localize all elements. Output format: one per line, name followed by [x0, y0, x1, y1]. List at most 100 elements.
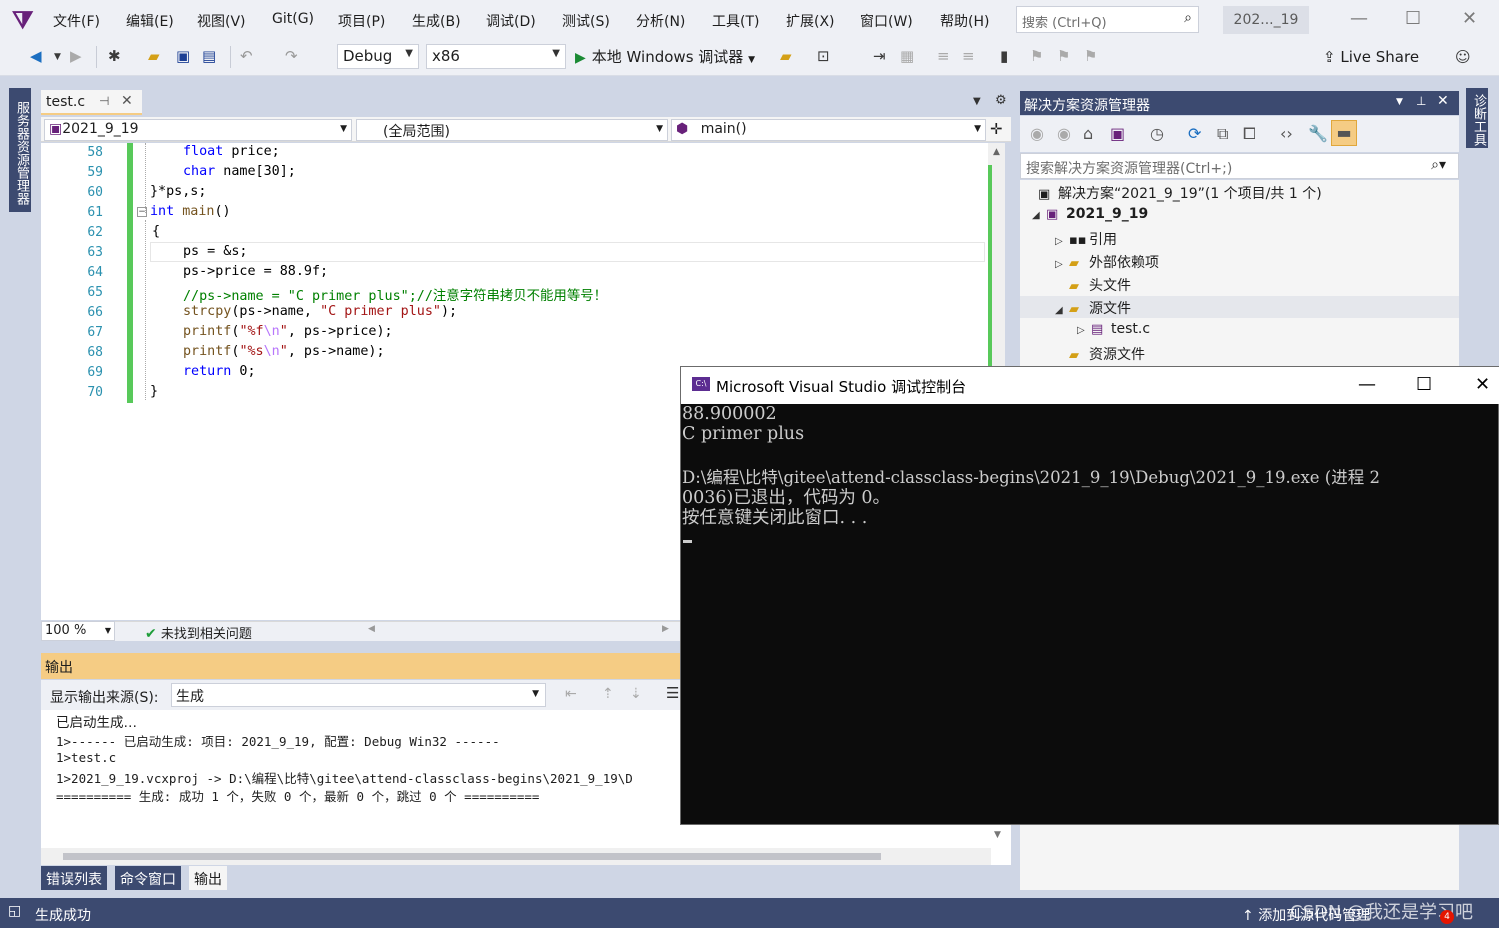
tree-item-external-deps[interactable]: ▷ ▰ 外部依赖项	[1055, 252, 1159, 274]
server-explorer-tab[interactable]: 服务器资源管理器	[9, 88, 31, 212]
menu-file[interactable]: 文件(F)	[53, 11, 100, 31]
minimize-icon[interactable]: —	[1350, 8, 1368, 29]
tab-test-c[interactable]: test.c ⊣ ✕	[41, 90, 142, 115]
close-icon[interactable]: ✕	[1437, 93, 1449, 109]
go-to-message-icon[interactable]: ⇤	[565, 686, 577, 702]
menu-build[interactable]: 生成(B)	[412, 11, 461, 31]
output-horizontal-scrollbar[interactable]	[41, 848, 991, 865]
issues-indicator[interactable]: ✔ 未找到相关问题	[145, 623, 252, 642]
scope-nav-select[interactable]: (全局范围) ▼	[356, 119, 668, 141]
visual-studio-logo-icon[interactable]: ⧩	[12, 7, 40, 33]
close-icon[interactable]: ✕	[1475, 374, 1490, 395]
menu-tools[interactable]: 工具(T)	[712, 11, 759, 31]
view-code-icon[interactable]: ‹›	[1280, 124, 1293, 143]
notification-badge[interactable]: 4	[1440, 910, 1454, 924]
tree-item-resource-files[interactable]: ▰ 资源文件	[1069, 344, 1145, 366]
show-all-files-icon[interactable]: ⧠	[1243, 124, 1256, 144]
step-icon[interactable]: ⇥	[873, 47, 886, 65]
menu-help[interactable]: 帮助(H)	[940, 11, 989, 31]
open-folder-icon[interactable]: ▰	[148, 47, 160, 65]
menu-extensions[interactable]: 扩展(X)	[786, 11, 835, 31]
collapsed-arrow-icon[interactable]: ▷	[1055, 259, 1069, 270]
tab-list-dropdown-icon[interactable]: ▼	[973, 96, 981, 107]
menu-debug[interactable]: 调试(D)	[486, 11, 536, 31]
next-message-icon[interactable]: ⇣	[630, 686, 642, 702]
member-nav-select[interactable]: ⬢ main() ▼	[671, 119, 986, 141]
tab-error-list[interactable]: 错误列表	[41, 866, 107, 890]
scroll-up-icon[interactable]: ▲	[993, 147, 1000, 157]
redo-icon[interactable]: ↷	[285, 47, 298, 65]
menu-test[interactable]: 测试(S)	[562, 11, 610, 31]
uncomment-icon[interactable]: ≡	[962, 47, 975, 65]
maximize-icon[interactable]: ☐	[1405, 8, 1421, 29]
tree-item-test-c[interactable]: ▷ ▤ test.c	[1077, 321, 1150, 343]
wrench-icon[interactable]: 🔧	[1308, 124, 1328, 143]
comment-icon[interactable]: ≡	[937, 47, 950, 65]
split-icon[interactable]: ✛	[990, 120, 1003, 138]
scroll-right-icon[interactable]: ▶	[662, 624, 669, 634]
prev-bookmark-icon[interactable]: ⚑	[1030, 47, 1043, 65]
menu-window[interactable]: 窗口(W)	[860, 11, 913, 31]
next-bookmark-icon[interactable]: ⚑	[1057, 47, 1070, 65]
close-icon[interactable]: ✕	[1462, 8, 1477, 29]
feedback-icon[interactable]: ☺	[1455, 48, 1471, 66]
tree-item-references[interactable]: ▷ ▪▪ 引用	[1055, 229, 1117, 251]
clear-bookmarks-icon[interactable]: ⚑	[1084, 47, 1097, 65]
output-source-select[interactable]: 生成 ▼	[171, 683, 546, 707]
menu-edit[interactable]: 编辑(E)	[126, 11, 174, 31]
back-icon[interactable]: ◀	[30, 47, 42, 65]
solution-explorer-search[interactable]: 搜索解决方案资源管理器(Ctrl+;) ⌕▾	[1020, 153, 1459, 179]
back-dropdown-icon[interactable]: ▼	[54, 52, 61, 62]
undo-icon[interactable]: ↶	[240, 47, 253, 65]
close-tab-icon[interactable]: ✕	[121, 93, 133, 109]
solution-config-select[interactable]: Debug ▼	[337, 44, 419, 69]
diagnostic-tools-tab[interactable]: 诊断工具	[1466, 88, 1488, 148]
solution-name-badge[interactable]: 202..._19	[1223, 6, 1309, 34]
forward-icon[interactable]: ◉	[1057, 124, 1071, 143]
expanded-arrow-icon[interactable]: ◢	[1032, 210, 1046, 221]
live-share-button[interactable]: ⇪ Live Share	[1323, 48, 1419, 66]
tab-command-window[interactable]: 命令窗口	[115, 866, 181, 890]
maximize-icon[interactable]: ☐	[1416, 374, 1432, 395]
collapsed-arrow-icon[interactable]: ▷	[1055, 236, 1069, 247]
save-icon[interactable]: ▣	[176, 47, 190, 65]
window-position-icon[interactable]: ▼	[1396, 97, 1403, 107]
collapse-all-icon[interactable]: ⧉	[1217, 124, 1228, 144]
expanded-arrow-icon[interactable]: ◢	[1055, 305, 1069, 316]
menu-git[interactable]: Git(G)	[272, 11, 314, 27]
new-item-icon[interactable]: ✱	[108, 47, 121, 65]
menu-project[interactable]: 项目(P)	[338, 11, 385, 31]
pin-icon[interactable]: ⊣	[99, 94, 109, 108]
clear-all-icon[interactable]: ☰	[666, 684, 679, 702]
global-search-input[interactable]: 搜索 (Ctrl+Q) ⌕	[1016, 6, 1199, 33]
menu-view[interactable]: 视图(V)	[197, 11, 246, 31]
sync-icon[interactable]: ⟳	[1188, 124, 1201, 143]
solution-platform-select[interactable]: x86 ▼	[426, 44, 566, 69]
forward-icon[interactable]: ▶	[70, 47, 82, 65]
gear-icon[interactable]: ⚙	[995, 93, 1007, 108]
pin-icon[interactable]: ⊥	[1416, 94, 1426, 108]
zoom-select[interactable]: 100 % ▼	[41, 621, 115, 641]
back-icon[interactable]: ◉	[1030, 124, 1044, 143]
tree-item-solution[interactable]: ▣ 解决方案“2021_9_19”(1 个项目/共 1 个)	[1038, 183, 1322, 205]
screenshot-icon[interactable]: ⊡	[817, 47, 830, 65]
tab-output[interactable]: 输出	[189, 866, 227, 890]
save-all-icon[interactable]: ▤	[202, 47, 216, 65]
menu-analyze[interactable]: 分析(N)	[636, 11, 685, 31]
home-icon[interactable]: ⌂	[1083, 124, 1093, 143]
scroll-thumb[interactable]	[63, 853, 881, 860]
project-nav-select[interactable]: ▣2021_9_19 ▼	[44, 119, 352, 141]
breakpoint-icon[interactable]: ▦	[900, 47, 914, 65]
bookmark-icon[interactable]: ▮	[1000, 47, 1008, 65]
start-debugging-button[interactable]: ▶ 本地 Windows 调试器 ▼	[575, 46, 755, 67]
preview-selected-icon[interactable]: ▬	[1331, 120, 1357, 146]
tree-item-project[interactable]: ◢ ▣ 2021_9_19	[1032, 206, 1148, 228]
scroll-left-icon[interactable]: ◀	[368, 624, 375, 634]
switch-views-icon[interactable]: ▣	[1110, 124, 1125, 143]
find-in-files-icon[interactable]: ▰	[780, 47, 792, 65]
pending-changes-icon[interactable]: ◷	[1150, 124, 1164, 143]
tree-item-header-files[interactable]: ▰ 头文件	[1069, 275, 1131, 297]
prev-message-icon[interactable]: ⇡	[602, 686, 614, 702]
scroll-down-icon[interactable]: ▼	[994, 830, 1001, 840]
tree-item-source-files[interactable]: ◢ ▰ 源文件	[1055, 298, 1131, 320]
